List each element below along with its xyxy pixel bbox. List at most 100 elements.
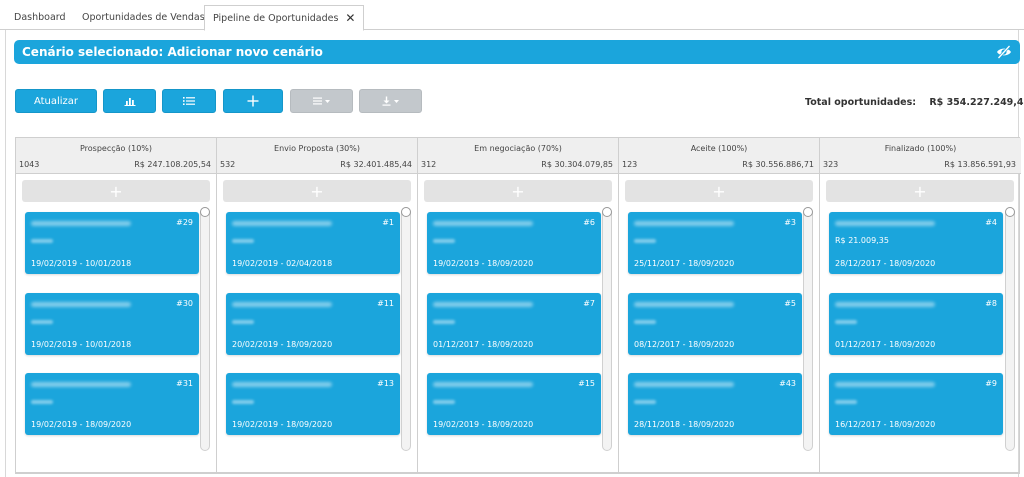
refresh-button[interactable]: Atualizar xyxy=(15,89,97,113)
redacted-detail xyxy=(31,320,53,324)
redacted-detail xyxy=(835,320,857,324)
column-title: Aceite (100%) xyxy=(690,144,748,153)
card-dates: 01/12/2017 - 18/09/2020 xyxy=(433,340,534,349)
column-scrollbar[interactable] xyxy=(200,207,210,451)
opportunity-card[interactable]: #7 01/12/2017 - 18/09/2020 xyxy=(427,293,601,355)
list-view-button[interactable] xyxy=(162,89,216,113)
scrollbar-thumb[interactable] xyxy=(602,207,612,217)
pipeline-board: Prospecção (10%) 1043 R$ 247.108.205,54 … xyxy=(15,137,1021,474)
column-header: Em negociação (70%) 312 R$ 30.304.079,85 xyxy=(418,138,618,174)
tab-label: Oportunidades de Vendas xyxy=(82,12,205,23)
opportunity-card[interactable]: #15 19/02/2019 - 18/09/2020 xyxy=(427,373,601,435)
redacted-detail xyxy=(433,400,455,404)
card-number: #13 xyxy=(377,379,394,388)
add-card-button[interactable]: + xyxy=(223,180,411,202)
redacted-client-name xyxy=(232,302,332,307)
download-dropdown-icon xyxy=(382,96,399,106)
opportunity-card[interactable]: #9 16/12/2017 - 18/09/2020 xyxy=(829,373,1003,435)
card-dates: 19/02/2019 - 18/09/2020 xyxy=(433,420,534,429)
column-header: Aceite (100%) 123 R$ 30.556.886,71 xyxy=(619,138,819,174)
chart-view-button[interactable] xyxy=(103,89,156,113)
opportunity-card[interactable]: #1 19/02/2019 - 02/04/2018 xyxy=(226,212,400,274)
menu-dropdown-button[interactable] xyxy=(290,89,353,113)
card-dates: 20/02/2019 - 18/09/2020 xyxy=(232,340,333,349)
eye-slash-icon[interactable] xyxy=(996,44,1012,60)
total-value: R$ 354.227.249,47 xyxy=(929,97,1024,108)
redacted-client-name xyxy=(835,302,935,307)
add-card-button[interactable]: + xyxy=(625,180,813,202)
add-opportunity-button[interactable] xyxy=(223,89,283,113)
column-scrollbar[interactable] xyxy=(803,207,813,451)
card-dates: 19/02/2019 - 10/01/2018 xyxy=(31,340,132,349)
opportunity-card[interactable]: #31 19/02/2019 - 18/09/2020 xyxy=(25,373,199,435)
redacted-client-name xyxy=(433,382,533,387)
opportunity-card[interactable]: #3 25/11/2017 - 18/09/2020 xyxy=(628,212,802,274)
column-total: R$ 32.401.485,44 xyxy=(340,160,412,169)
scrollbar-thumb[interactable] xyxy=(401,207,411,217)
column-title: Envio Proposta (30%) xyxy=(274,144,360,153)
plus-icon: + xyxy=(511,181,525,201)
pipeline-column-finalizado: Finalizado (100%) 323 R$ 13.856.591,93 +… xyxy=(820,138,1021,473)
opportunity-card[interactable]: #6 19/02/2019 - 18/09/2020 xyxy=(427,212,601,274)
opportunity-card[interactable]: #4 R$ 21.009,35 28/12/2017 - 18/09/2020 xyxy=(829,212,1003,274)
add-card-button[interactable]: + xyxy=(424,180,612,202)
scrollbar-thumb[interactable] xyxy=(1005,207,1015,217)
redacted-client-name xyxy=(433,221,533,226)
column-total: R$ 13.856.591,93 xyxy=(944,160,1016,169)
redacted-client-name xyxy=(31,382,131,387)
redacted-detail xyxy=(835,400,857,404)
card-number: #15 xyxy=(578,379,595,388)
opportunity-card[interactable]: #8 01/12/2017 - 18/09/2020 xyxy=(829,293,1003,355)
card-number: #3 xyxy=(784,218,796,227)
pipeline-column-envio-proposta: Envio Proposta (30%) 532 R$ 32.401.485,4… xyxy=(217,138,418,473)
column-scrollbar[interactable] xyxy=(602,207,612,451)
scrollbar-thumb[interactable] xyxy=(200,207,210,217)
opportunity-card[interactable]: #29 19/02/2019 - 10/01/2018 xyxy=(25,212,199,274)
column-total: R$ 247.108.205,54 xyxy=(134,160,211,169)
opportunity-card[interactable]: #13 19/02/2019 - 18/09/2020 xyxy=(226,373,400,435)
tab-dashboard[interactable]: Dashboard xyxy=(6,5,74,30)
column-count: 323 xyxy=(823,160,839,169)
opportunity-card[interactable]: #5 08/12/2017 - 18/09/2020 xyxy=(628,293,802,355)
column-title: Em negociação (70%) xyxy=(474,144,562,153)
total-opportunities: Total oportunidades: R$ 354.227.249,47 xyxy=(805,97,1024,108)
column-scrollbar[interactable] xyxy=(401,207,411,451)
redacted-client-name xyxy=(232,382,332,387)
tab-bar: Dashboard Oportunidades de Vendas ✕ Pipe… xyxy=(0,0,1024,31)
card-number: #7 xyxy=(583,299,595,308)
column-scrollbar[interactable] xyxy=(1005,207,1015,451)
tab-label: Dashboard xyxy=(14,12,66,23)
card-dates: 28/12/2017 - 18/09/2020 xyxy=(835,259,936,268)
scrollbar-thumb[interactable] xyxy=(803,207,813,217)
card-dates: 19/02/2019 - 18/09/2020 xyxy=(232,420,333,429)
tab-pipeline-oportunidades[interactable]: Pipeline de Oportunidades ✕ xyxy=(204,5,365,31)
redacted-detail xyxy=(232,239,254,243)
opportunity-card[interactable]: #30 19/02/2019 - 10/01/2018 xyxy=(25,293,199,355)
redacted-detail xyxy=(31,239,53,243)
column-count: 532 xyxy=(220,160,236,169)
bar-chart-icon xyxy=(124,98,135,106)
add-card-button[interactable]: + xyxy=(826,180,1014,202)
banner-text: Cenário selecionado: Adicionar novo cená… xyxy=(22,45,323,59)
card-number: #9 xyxy=(985,379,997,388)
pipeline-column-prospeccao: Prospecção (10%) 1043 R$ 247.108.205,54 … xyxy=(16,138,217,473)
plus-icon: + xyxy=(310,181,324,201)
redacted-detail xyxy=(634,400,656,404)
close-icon[interactable]: ✕ xyxy=(345,12,355,24)
plus-icon: + xyxy=(109,181,123,201)
redacted-client-name xyxy=(433,302,533,307)
opportunity-card[interactable]: #43 28/11/2018 - 18/09/2020 xyxy=(628,373,802,435)
card-dates: 19/02/2019 - 18/09/2020 xyxy=(433,259,534,268)
card-dates: 19/02/2019 - 02/04/2018 xyxy=(232,259,333,268)
opportunity-card[interactable]: #11 20/02/2019 - 18/09/2020 xyxy=(226,293,400,355)
pipeline-column-em-negociacao: Em negociação (70%) 312 R$ 30.304.079,85… xyxy=(418,138,619,473)
column-count: 123 xyxy=(622,160,638,169)
column-total: R$ 30.556.886,71 xyxy=(742,160,814,169)
redacted-client-name xyxy=(835,221,935,226)
card-number: #8 xyxy=(985,299,997,308)
column-total: R$ 30.304.079,85 xyxy=(541,160,613,169)
redacted-client-name xyxy=(31,221,131,226)
redacted-detail xyxy=(634,239,656,243)
add-card-button[interactable]: + xyxy=(22,180,210,202)
download-dropdown-button[interactable] xyxy=(359,89,422,113)
